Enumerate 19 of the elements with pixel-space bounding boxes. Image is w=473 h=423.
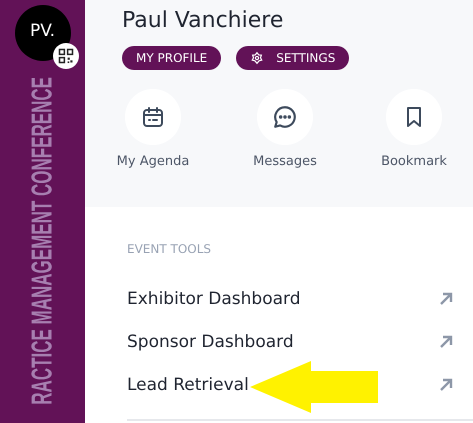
tool-link[interactable]: Sponsor Dashboard — [127, 332, 294, 352]
chat-bubble-icon — [272, 104, 298, 130]
qr-code-icon[interactable] — [52, 43, 78, 69]
calendar-icon — [141, 105, 165, 129]
external-link-icon[interactable] — [438, 334, 454, 350]
section-heading: EVENT TOOLS — [127, 242, 212, 256]
tool-link[interactable]: Exhibitor Dashboard — [127, 289, 301, 309]
avatar-initials: PV. — [30, 21, 56, 41]
profile-name: Paul Vanchiere — [122, 8, 284, 33]
shortcut-label: Messages — [253, 154, 317, 169]
shortcut-label: My Agenda — [116, 154, 190, 169]
external-link-icon[interactable] — [438, 377, 454, 393]
settings-button[interactable]: SETTINGS — [236, 46, 350, 70]
shortcut-label: Bookmark — [381, 154, 447, 169]
conference-title: RACTICE MANAGEMENT CONFERENCE — [26, 77, 59, 405]
external-link-icon[interactable] — [438, 291, 454, 307]
tool-link[interactable]: Lead Retrieval — [127, 375, 249, 395]
profile-button[interactable]: MY PROFILE — [122, 46, 222, 70]
avatar[interactable]: PV. — [14, 5, 70, 61]
